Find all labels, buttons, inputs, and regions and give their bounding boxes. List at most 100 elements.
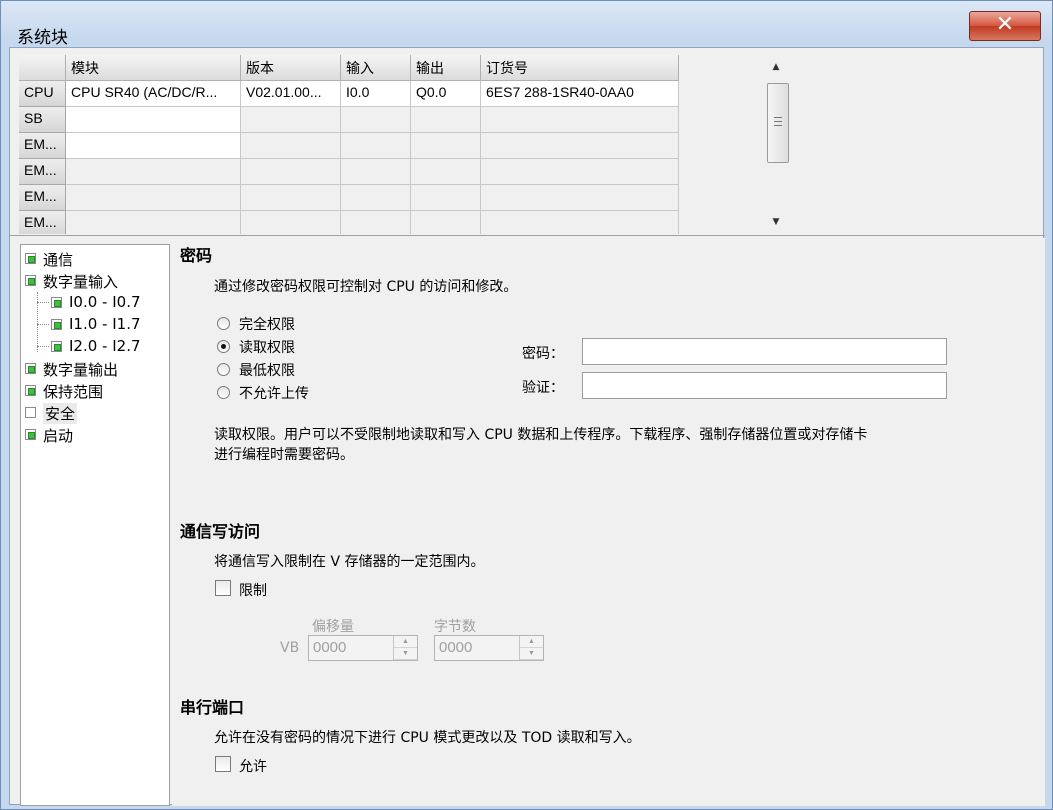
radio-read-access[interactable] [217,340,230,353]
module-grid: 模块 版本 输入 输出 订货号 CPU CPU SR40 (AC/DC/R...… [19,55,795,234]
serial-port-description: 允许在没有密码的情况下进行 CPU 模式更改以及 TOD 读取和写入。 [214,730,641,746]
close-icon: ✕ [995,12,1015,37]
cell-module[interactable] [66,107,241,133]
status-checkbox-icon [25,385,36,396]
tree-connector [37,324,49,325]
cell-module[interactable] [66,133,241,159]
cell-order-number [481,159,679,185]
grid-header-slot [19,55,66,81]
status-checkbox-icon [25,407,36,418]
cell-output [411,185,481,211]
password-field[interactable] [582,338,947,365]
table-row[interactable]: SB [19,107,679,133]
tree-item-label: I2.0 - I2.7 [69,337,141,355]
slot-em[interactable]: EM... [19,133,66,159]
slot-sb[interactable]: SB [19,107,66,133]
table-row[interactable]: EM... [19,185,679,211]
comm-write-heading: 通信写访问 [180,522,261,541]
radio-full-access-label[interactable]: 完全权限 [239,314,295,334]
slot-em[interactable]: EM... [19,211,66,234]
allow-checkbox-label[interactable]: 允许 [239,756,267,776]
tree-item-label: 数字量输入 [43,273,119,291]
cell-module[interactable] [66,211,241,234]
slot-cpu[interactable]: CPU [19,81,66,107]
radio-disallow-upload[interactable] [217,386,230,399]
grid-header-output[interactable]: 输出 [411,55,481,81]
cell-module[interactable]: CPU SR40 (AC/DC/R... [66,81,241,107]
cell-input [341,133,411,159]
access-explanation-line-2: 进行编程时需要密码。 [214,447,354,463]
serial-port-heading: 串行端口 [180,698,245,717]
grid-header-version[interactable]: 版本 [241,55,341,81]
radio-minimum-access-label[interactable]: 最低权限 [239,360,295,380]
cell-output [411,133,481,159]
chevron-up-icon[interactable]: ▲ [394,636,417,648]
cell-output [411,159,481,185]
radio-minimum-access[interactable] [217,363,230,376]
offset-stepper-buttons[interactable]: ▲ ▼ [393,636,417,660]
byte-count-value: 0000 [439,639,473,656]
scroll-down-icon[interactable]: ▼ [765,212,787,232]
status-checkbox-icon [25,253,36,264]
cell-version[interactable]: V02.01.00... [241,81,341,107]
password-label: 密码： [522,346,564,362]
cell-order-number [481,211,679,234]
cell-module[interactable] [66,185,241,211]
access-explanation-line-1: 读取权限。用户可以不受限制地读取和写入 CPU 数据和上传程序。下载程序、强制存… [214,427,868,443]
table-row[interactable]: EM... [19,211,679,234]
offset-stepper[interactable]: 0000 ▲ ▼ [308,635,418,661]
radio-full-access[interactable] [217,317,230,330]
offset-value: 0000 [313,639,347,656]
byte-count-stepper-buttons[interactable]: ▲ ▼ [519,636,543,660]
cell-order-number[interactable]: 6ES7 288-1SR40-0AA0 [481,81,679,107]
table-row[interactable]: EM... [19,159,679,185]
scrollbar-thumb[interactable] [767,83,789,163]
scroll-up-icon[interactable]: ▲ [765,57,787,77]
cell-version [241,159,341,185]
grid-header-module[interactable]: 模块 [66,55,241,81]
chevron-down-icon[interactable]: ▼ [520,648,543,660]
slot-em[interactable]: EM... [19,185,66,211]
radio-disallow-upload-label[interactable]: 不允许上传 [239,383,309,403]
status-checkbox-icon [25,429,36,440]
grid-header-input[interactable]: 输入 [341,55,411,81]
status-checkbox-icon [51,341,62,352]
restrict-checkbox[interactable] [215,580,231,596]
allow-checkbox[interactable] [215,756,231,772]
verify-label: 验证： [522,380,564,396]
status-checkbox-icon [25,275,36,286]
cell-input[interactable]: I0.0 [341,81,411,107]
dialog-client-area: 模块 版本 输入 输出 订货号 CPU CPU SR40 (AC/DC/R...… [9,47,1045,806]
cell-output [411,211,481,234]
status-checkbox-icon [51,297,62,308]
byte-count-stepper[interactable]: 0000 ▲ ▼ [434,635,544,661]
table-row[interactable]: EM... [19,133,679,159]
chevron-up-icon[interactable]: ▲ [520,636,543,648]
grid-header-order-number[interactable]: 订货号 [481,55,679,81]
tree-connector [37,302,49,303]
restrict-checkbox-label[interactable]: 限制 [239,580,267,600]
slot-em[interactable]: EM... [19,159,66,185]
cell-version [241,211,341,234]
radio-read-access-label[interactable]: 读取权限 [239,337,295,357]
table-row[interactable]: CPU CPU SR40 (AC/DC/R... V02.01.00... I0… [19,81,679,107]
title-bar[interactable]: 系统块 ✕ [1,1,1052,48]
tree-item-label: 安全 [43,403,78,424]
cell-module[interactable] [66,159,241,185]
cell-output [411,107,481,133]
tree-item-label: 保持范围 [43,383,104,401]
close-button[interactable]: ✕ [969,11,1041,41]
grid-vertical-scrollbar[interactable]: ▲ ▼ [765,55,789,234]
cell-version [241,107,341,133]
chevron-down-icon[interactable]: ▼ [394,648,417,660]
byte-count-label: 字节数 [434,619,476,635]
verify-password-field[interactable] [582,372,947,399]
offset-label: 偏移量 [312,619,354,635]
cell-order-number [481,107,679,133]
comm-write-description: 将通信写入限制在 V 存储器的一定范围内。 [214,554,485,570]
window-title: 系统块 [17,28,68,48]
cell-output[interactable]: Q0.0 [411,81,481,107]
cell-input [341,159,411,185]
tree-connector [37,346,49,347]
splitter[interactable] [10,235,1045,236]
